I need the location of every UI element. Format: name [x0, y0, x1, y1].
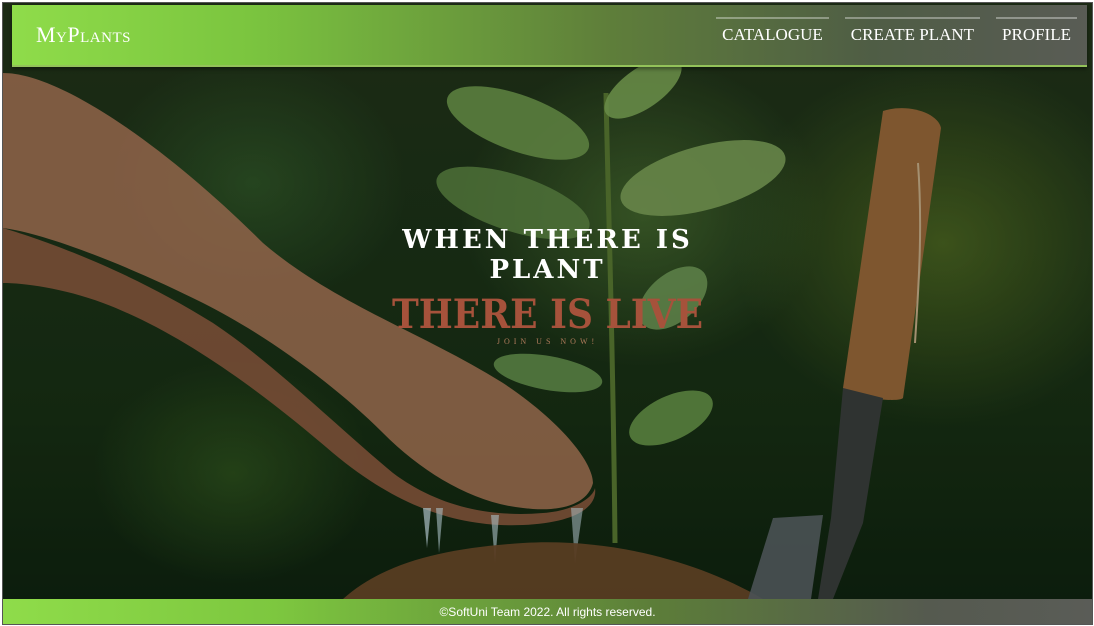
hero-subheadline: THERE IS LIVE: [391, 291, 704, 338]
footer-copyright: ©SoftUni Team 2022. All rights reserved.: [439, 605, 656, 619]
join-us-link[interactable]: JOIN US NOW!: [3, 337, 1092, 346]
nav-links: CATALOGUE CREATE PLANT PROFILE: [716, 17, 1077, 51]
page-footer: ©SoftUni Team 2022. All rights reserved.: [3, 599, 1092, 624]
nav-profile-link[interactable]: PROFILE: [996, 17, 1077, 51]
hero-headline: WHEN THERE IS PLANT: [3, 225, 1092, 285]
hero-headline-line2: PLANT: [489, 255, 606, 285]
hero-headline-line1: WHEN THERE IS: [402, 225, 693, 255]
top-navbar: MyPlants CATALOGUE CREATE PLANT PROFILE: [12, 5, 1087, 67]
site-logo-link[interactable]: MyPlants: [36, 22, 131, 48]
nav-catalogue-link[interactable]: CATALOGUE: [716, 17, 829, 51]
nav-create-plant-link[interactable]: CREATE PLANT: [844, 17, 981, 51]
page-frame: MyPlants CATALOGUE CREATE PLANT PROFILE …: [2, 2, 1093, 625]
